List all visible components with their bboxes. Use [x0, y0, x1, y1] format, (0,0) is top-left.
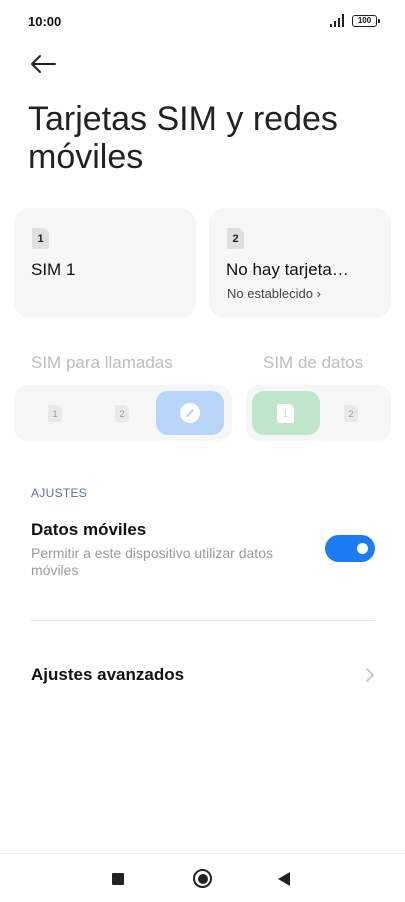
calls-sim-label: SIM para llamadas	[31, 353, 173, 372]
sim-card-2-status[interactable]: No establecido ›	[227, 286, 321, 301]
advanced-settings-row[interactable]: Ajustes avanzados	[0, 650, 405, 700]
divider	[31, 620, 375, 621]
mobile-data-toggle[interactable]	[325, 535, 375, 562]
settings-section-header: AJUSTES	[31, 486, 88, 500]
sim-slot-2-icon: 2	[227, 228, 244, 249]
navigation-bar	[0, 853, 405, 902]
calls-sim-option-2[interactable]: 2	[115, 405, 129, 422]
sim-card-2[interactable]: 2 No hay tarjeta… No establecido ›	[209, 208, 391, 318]
data-sim-selector: 1 2	[246, 385, 391, 441]
calls-sim-selector: 1 2	[14, 385, 232, 441]
page-title: Tarjetas SIM y redes móviles	[28, 100, 338, 176]
status-time: 10:00	[28, 14, 62, 29]
mobile-data-row[interactable]: Datos móviles Permitir a este dispositiv…	[0, 510, 405, 590]
battery-icon: 100	[352, 15, 380, 27]
back-icon[interactable]	[278, 872, 290, 886]
recents-icon[interactable]	[112, 873, 124, 885]
sim-slot-1-icon: 1	[32, 228, 49, 249]
mobile-data-description: Permitir a este dispositivo utilizar dat…	[31, 545, 273, 578]
mobile-data-title: Datos móviles	[31, 520, 147, 539]
signal-icon	[330, 14, 344, 27]
data-sim-label: SIM de datos	[263, 353, 364, 372]
pencil-icon	[180, 403, 200, 423]
data-sim-option-2[interactable]: 2	[344, 405, 358, 422]
sim-card-1[interactable]: 1 SIM 1	[14, 208, 196, 318]
sim-card-1-name: SIM 1	[31, 260, 76, 279]
status-bar: 10:00 100	[0, 0, 405, 44]
advanced-settings-title: Ajustes avanzados	[31, 665, 185, 684]
toggle-knob	[357, 543, 368, 554]
chevron-right-icon	[366, 668, 374, 682]
data-sim-option-1[interactable]: 1	[252, 391, 320, 435]
calls-sim-option-1[interactable]: 1	[48, 405, 62, 422]
data-sim-selected-icon: 1	[277, 404, 294, 423]
calls-ask-option[interactable]	[156, 391, 224, 435]
sim-card-2-name: No hay tarjeta…	[226, 260, 349, 279]
home-icon[interactable]	[193, 869, 212, 888]
back-arrow-icon[interactable]	[28, 50, 60, 78]
